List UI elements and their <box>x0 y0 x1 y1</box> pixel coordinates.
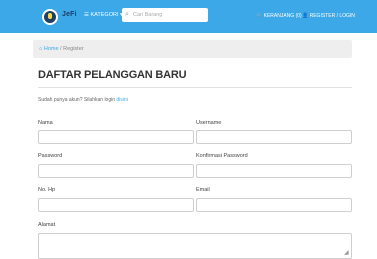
username-field[interactable] <box>196 130 352 144</box>
breadcrumb: ⌂ Home / Register <box>33 40 352 58</box>
phone-field[interactable] <box>38 198 194 212</box>
navbar: JeFi ☰ KATEGORI ▾ ⌕ 🛒 KERANJANG (0) 👤 RE… <box>0 0 377 33</box>
logo-icon[interactable] <box>42 9 58 25</box>
register-login-link[interactable]: 👤 REGISTER / LOGIN <box>302 13 355 19</box>
address-field[interactable] <box>38 233 352 259</box>
password-field[interactable] <box>38 164 194 178</box>
breadcrumb-current: Register <box>63 46 84 52</box>
address-label: Alamat <box>38 222 56 228</box>
name-label: Nama <box>38 120 53 126</box>
confirm-password-field[interactable] <box>196 164 352 178</box>
kategori-menu[interactable]: ☰ KATEGORI ▾ <box>84 12 123 18</box>
password-label: Password <box>38 153 63 159</box>
search-input[interactable] <box>133 9 205 21</box>
breadcrumb-home[interactable]: ⌂ Home <box>39 46 59 52</box>
search-icon: ⌕ <box>125 11 129 18</box>
login-hint-text: Sudah punya akun? Silahkan login <box>38 97 117 103</box>
username-label: Username <box>196 120 222 126</box>
page-title: DAFTAR PELANGGAN BARU <box>38 69 187 81</box>
email-label: Email <box>196 187 210 193</box>
divider <box>38 87 352 88</box>
resize-handle-icon[interactable]: ◢ <box>344 250 349 256</box>
name-field[interactable] <box>38 130 194 144</box>
login-link[interactable]: disini <box>116 97 127 103</box>
email-field[interactable] <box>196 198 352 212</box>
login-hint: Sudah punya akun? Silahkan login disini <box>38 97 128 103</box>
brand-name[interactable]: JeFi <box>62 11 77 18</box>
confirm-password-label: Konfirmasi Password <box>196 153 248 159</box>
cart-link[interactable]: 🛒 KERANJANG (0) <box>256 13 302 19</box>
phone-label: No. Hp <box>38 187 56 193</box>
